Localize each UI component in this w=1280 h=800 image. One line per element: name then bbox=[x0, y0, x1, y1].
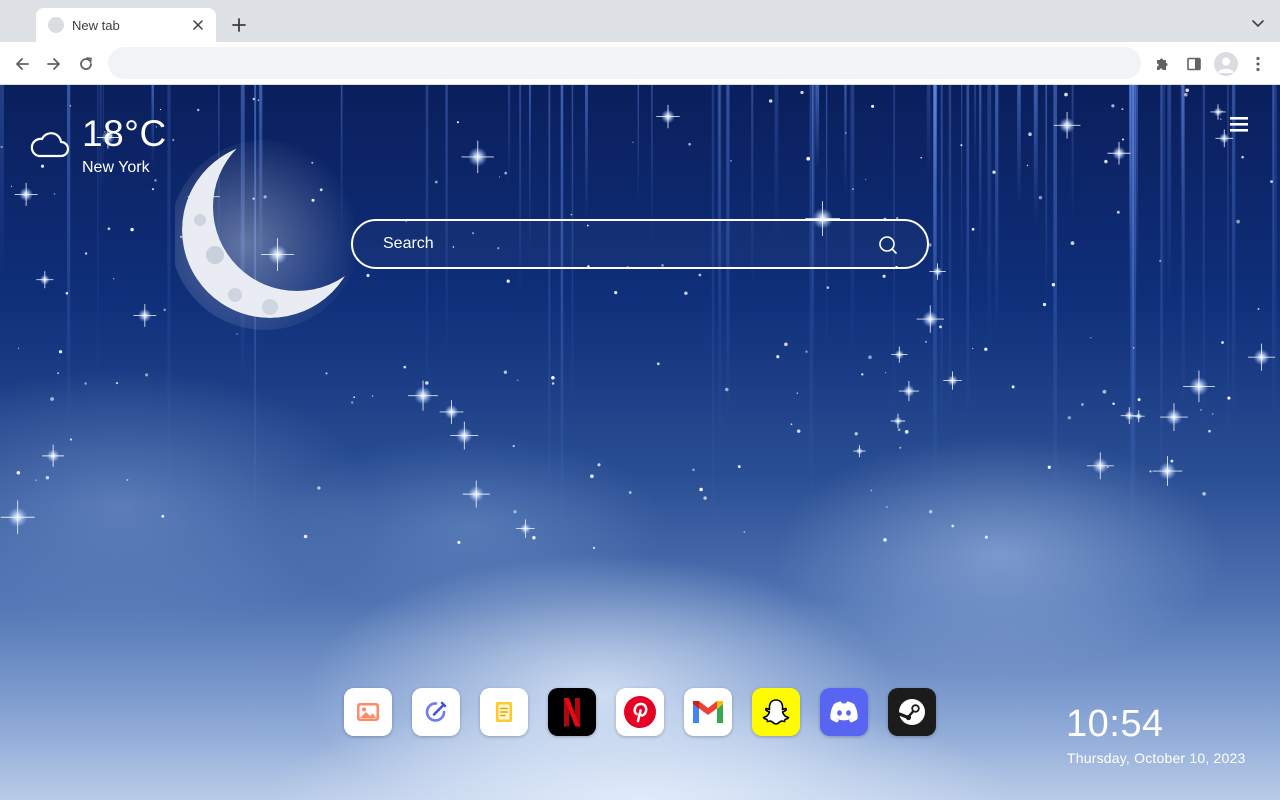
browser-menu-button[interactable] bbox=[1246, 52, 1270, 76]
address-bar[interactable] bbox=[108, 47, 1141, 79]
puzzle-icon bbox=[1157, 58, 1168, 70]
forward-button[interactable] bbox=[42, 52, 66, 76]
gmail-icon bbox=[693, 701, 723, 723]
plus-icon bbox=[232, 18, 246, 32]
person-icon bbox=[1218, 57, 1234, 73]
menu-icon[interactable] bbox=[1226, 115, 1252, 135]
image-icon bbox=[357, 703, 379, 721]
side-panel-icon bbox=[1187, 57, 1201, 71]
tab-search-button[interactable] bbox=[1248, 14, 1268, 34]
tab-new-tab[interactable]: New tab bbox=[36, 8, 216, 42]
search-input[interactable] bbox=[383, 221, 863, 267]
tab-strip: New tab bbox=[0, 0, 1280, 42]
shortcut-netflix[interactable] bbox=[548, 688, 596, 736]
arrow-left-icon bbox=[16, 58, 29, 70]
tab-title: New tab bbox=[72, 17, 120, 33]
shortcut-snapchat[interactable] bbox=[752, 688, 800, 736]
clock-date: Thursday, October 10, 2023 bbox=[1067, 750, 1246, 766]
shortcut-discord[interactable] bbox=[820, 688, 868, 736]
search-bar bbox=[351, 219, 929, 269]
steam-icon bbox=[897, 699, 925, 725]
weather-temperature: 18°C bbox=[82, 113, 167, 154]
reload-button[interactable] bbox=[74, 52, 98, 76]
new-tab-button[interactable] bbox=[228, 14, 250, 36]
shortcut-edit[interactable] bbox=[412, 688, 460, 736]
notes-icon bbox=[496, 702, 512, 722]
pinterest-icon bbox=[624, 696, 656, 728]
tab-favicon-icon bbox=[48, 17, 64, 33]
weather-city: New York bbox=[82, 159, 150, 176]
netflix-icon bbox=[564, 698, 580, 727]
shortcut-photos[interactable] bbox=[344, 688, 392, 736]
search-icon[interactable] bbox=[877, 234, 899, 256]
profile-avatar[interactable] bbox=[1214, 52, 1238, 76]
weather-widget[interactable]: 18°C New York bbox=[30, 113, 230, 183]
shortcut-notes[interactable] bbox=[480, 688, 528, 736]
reload-icon bbox=[80, 57, 92, 70]
shortcut-steam[interactable] bbox=[888, 688, 936, 736]
extensions-button[interactable] bbox=[1150, 52, 1174, 76]
shortcut-pinterest[interactable] bbox=[616, 688, 664, 736]
back-button[interactable] bbox=[10, 52, 34, 76]
shortcut-dock bbox=[344, 688, 936, 736]
browser-toolbar bbox=[0, 42, 1280, 85]
clock-time: 10:54 bbox=[1066, 703, 1164, 745]
close-icon[interactable] bbox=[190, 17, 206, 33]
new-tab-page: 18°C New York Search 10:54 Thursday, Oct… bbox=[0, 85, 1280, 800]
side-panel-button[interactable] bbox=[1182, 52, 1206, 76]
cloud-icon bbox=[30, 132, 70, 158]
edit-circle-icon bbox=[425, 701, 447, 722]
discord-icon bbox=[830, 701, 858, 723]
arrow-right-icon bbox=[47, 58, 60, 70]
more-vertical-icon bbox=[1256, 56, 1260, 72]
snapchat-icon bbox=[762, 699, 790, 725]
shortcut-gmail[interactable] bbox=[684, 688, 732, 736]
chevron-down-icon bbox=[1252, 20, 1264, 28]
